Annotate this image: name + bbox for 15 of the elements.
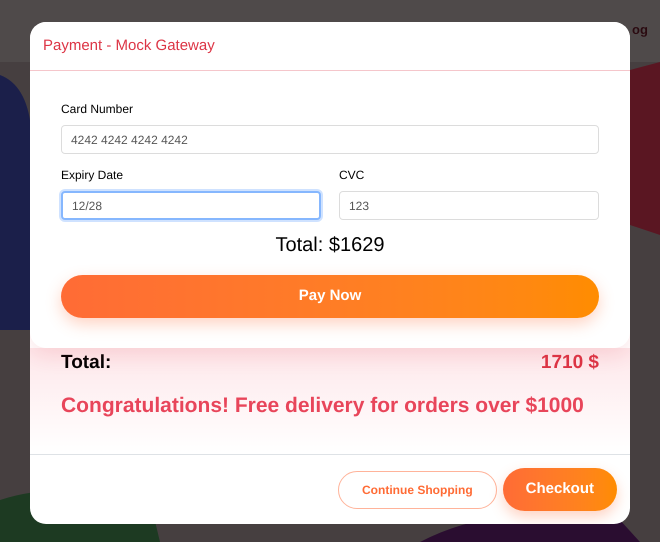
input-field[interactable]: 12/28 xyxy=(61,191,321,220)
input-field[interactable]: 4242 4242 4242 4242 xyxy=(61,125,599,154)
total-amount: 1710 $ xyxy=(540,350,599,375)
input-field[interactable]: 123 xyxy=(339,191,599,220)
field-label: CVC xyxy=(339,167,366,183)
delivery-message: Congratulations! Free delivery for orders over $1000 xyxy=(61,393,585,419)
payment-total: Total: $1629 xyxy=(274,233,386,258)
pay-now-button[interactable]: Pay Now xyxy=(61,275,599,318)
nav-link[interactable]: og xyxy=(632,22,648,38)
continue-shopping-button[interactable]: Continue Shopping xyxy=(338,470,497,508)
dialog-title: Payment - Mock Gateway xyxy=(43,36,215,56)
field-label: Expiry Date xyxy=(61,167,124,183)
total-label: Total: xyxy=(61,350,112,375)
field-label: Card Number xyxy=(61,101,134,117)
checkout-button[interactable]: Checkout xyxy=(502,468,617,511)
